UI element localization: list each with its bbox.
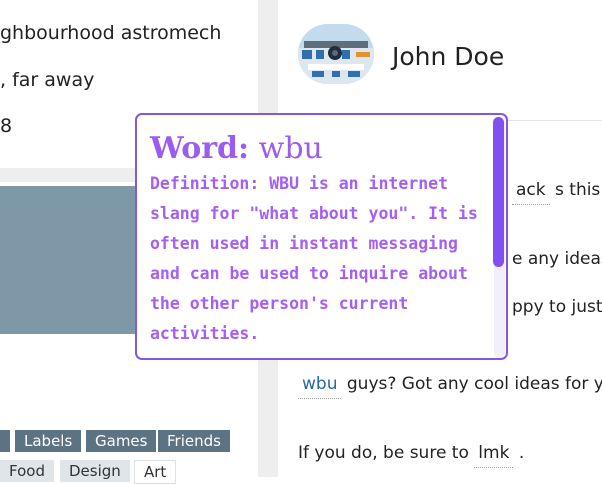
chat-user-name: John Doe: [392, 42, 505, 71]
chat-message-5: If you do, be sure to lmk .: [298, 443, 525, 468]
r2d2-avatar-icon[interactable]: [298, 24, 374, 84]
definition-popup[interactable]: Word: wbu Definition: WBU is an internet…: [135, 113, 508, 360]
profile-bio-line: ghbourhood astromech: [0, 22, 222, 44]
popup-content: Word: wbu Definition: WBU is an internet…: [150, 131, 495, 349]
popup-scrollbar-track[interactable]: [493, 117, 505, 358]
tag-labels[interactable]: Labels: [15, 430, 82, 452]
message-word-ack[interactable]: ack: [512, 180, 550, 205]
tag-design[interactable]: Design: [60, 460, 130, 482]
chat-message-4: wbu guys? Got any cool ideas for y: [298, 374, 602, 399]
message-text: guys? Got any cool ideas for y: [341, 374, 602, 394]
tag-friends[interactable]: Friends: [158, 430, 230, 452]
chat-message-1: ack s this y: [512, 180, 602, 205]
popup-title-label: Word:: [150, 131, 250, 166]
profile-location-line: , far away: [0, 69, 95, 91]
tag-games[interactable]: Games: [86, 430, 157, 452]
tag-art[interactable]: Art: [134, 460, 177, 484]
tag-partial[interactable]: [0, 430, 10, 452]
profile-date-line: 8: [0, 115, 13, 137]
chat-message-3: ppy to just: [512, 297, 602, 317]
message-text: s this y: [555, 180, 602, 200]
message-word-lmk[interactable]: lmk: [474, 443, 514, 468]
message-word-wbu[interactable]: wbu: [298, 374, 342, 399]
tag-food[interactable]: Food: [0, 460, 54, 482]
popup-definition: Definition: WBU is an internet slang for…: [150, 174, 478, 343]
message-text: If you do, be sure to: [298, 443, 475, 463]
message-text: .: [513, 443, 525, 463]
popup-title-word: wbu: [258, 131, 323, 166]
chat-message-2: e any ideas: [512, 249, 602, 269]
popup-scrollbar-thumb[interactable]: [493, 117, 504, 267]
popup-title: Word: wbu: [150, 131, 495, 167]
